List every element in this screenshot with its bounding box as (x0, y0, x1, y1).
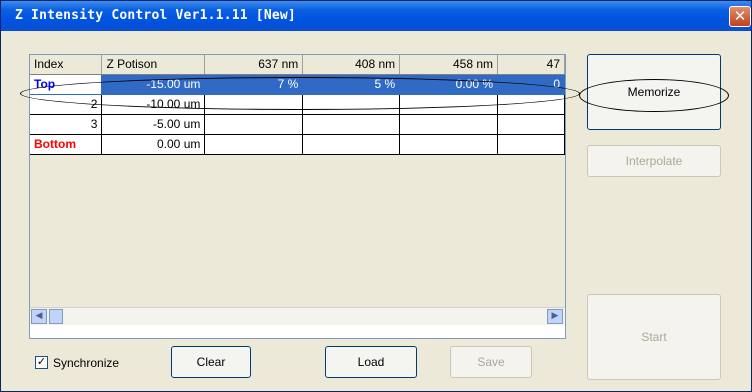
header-index[interactable]: Index (30, 55, 103, 75)
row-z-cell[interactable]: -5.00 um (101, 114, 206, 135)
title-bar[interactable]: Z Intensity Control Ver1.1.11 [New] ✕ (1, 1, 751, 31)
row-458-cell[interactable] (399, 94, 499, 115)
row-408-cell[interactable] (302, 94, 401, 115)
row-47-cell[interactable] (497, 134, 565, 155)
interpolate-button[interactable]: Interpolate (587, 145, 721, 177)
row-408-cell[interactable] (302, 134, 401, 155)
clear-button[interactable]: Clear (171, 346, 251, 378)
scroll-right-icon[interactable]: ▶ (547, 309, 563, 324)
close-icon[interactable]: ✕ (729, 6, 751, 27)
load-button[interactable]: Load (325, 346, 417, 378)
table-row-3[interactable]: 3 -5.00 um (30, 114, 565, 135)
memorize-button[interactable]: Memorize (587, 54, 721, 130)
scroll-thumb[interactable] (49, 309, 63, 324)
row-47-cell[interactable] (497, 94, 565, 115)
row-index-cell[interactable]: 3 (30, 114, 103, 135)
row-458-cell[interactable] (399, 114, 499, 135)
table-row-bottom[interactable]: Bottom 0.00 um (30, 134, 565, 155)
intensity-table: Index Z Potison 637 nm 408 nm 458 nm 47 … (30, 55, 565, 155)
row-z-cell[interactable]: -15.00 um (101, 74, 206, 95)
row-408-cell[interactable]: 5 % (302, 74, 401, 95)
row-47-cell[interactable] (497, 114, 565, 135)
app-window: Z Intensity Control Ver1.1.11 [New] ✕ In… (0, 0, 752, 392)
header-637nm[interactable]: 637 nm (204, 55, 304, 75)
save-button[interactable]: Save (450, 346, 532, 378)
header-458nm[interactable]: 458 nm (399, 55, 499, 75)
table-row-top[interactable]: Top -15.00 um 7 % 5 % 0.00 % 0 (30, 74, 565, 95)
row-47-cell[interactable]: 0 (497, 74, 565, 95)
row-index-cell[interactable]: Top (30, 74, 103, 95)
table-header-row: Index Z Potison 637 nm 408 nm 458 nm 47 (30, 55, 565, 75)
row-637-cell[interactable] (204, 94, 304, 115)
header-408nm[interactable]: 408 nm (302, 55, 401, 75)
header-z-position[interactable]: Z Potison (101, 55, 206, 75)
header-47[interactable]: 47 (497, 55, 565, 75)
row-458-cell[interactable]: 0.00 % (399, 74, 499, 95)
row-index-cell[interactable]: 2 (30, 94, 103, 115)
row-637-cell[interactable]: 7 % (204, 74, 304, 95)
horizontal-scrollbar[interactable]: ◀ ▶ (30, 307, 565, 325)
row-408-cell[interactable] (302, 114, 401, 135)
row-z-cell[interactable]: -10.00 um (101, 94, 206, 115)
row-637-cell[interactable] (204, 134, 304, 155)
scroll-left-icon[interactable]: ◀ (31, 309, 47, 324)
row-index-cell[interactable]: Bottom (30, 134, 103, 155)
synchronize-checkbox[interactable]: ✓ (35, 356, 48, 369)
synchronize-label: Synchronize (53, 356, 120, 370)
start-button[interactable]: Start (587, 294, 721, 380)
row-637-cell[interactable] (204, 114, 304, 135)
intensity-grid[interactable]: Index Z Potison 637 nm 408 nm 458 nm 47 … (29, 54, 566, 339)
row-458-cell[interactable] (399, 134, 499, 155)
row-z-cell[interactable]: 0.00 um (101, 134, 206, 155)
window-title: Z Intensity Control Ver1.1.11 [New] (15, 8, 296, 23)
table-row-2[interactable]: 2 -10.00 um (30, 94, 565, 115)
